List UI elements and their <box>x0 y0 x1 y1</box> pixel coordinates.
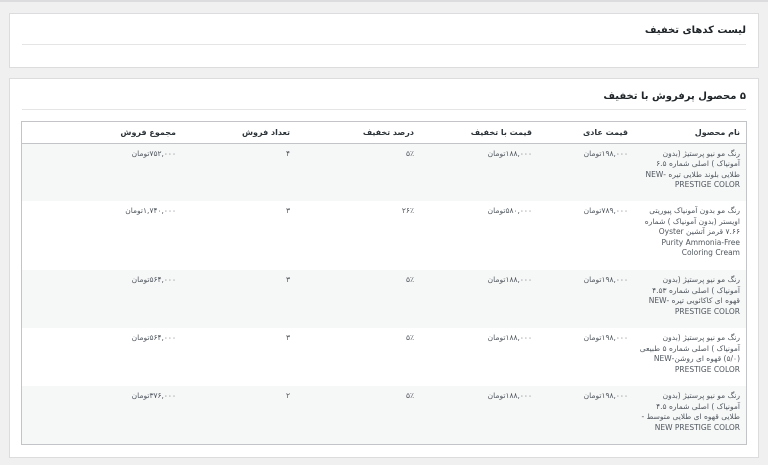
regular-price-cell: ۱۹۸,۰۰۰تومان <box>538 143 634 201</box>
col-header-product-name: نام محصول <box>634 122 746 144</box>
table-row: رنگ مو نیو پرستیژ (بدون آمونیاک ) اصلی ش… <box>22 386 746 444</box>
table-row: رنگ مو بدون آمونیاک پیوریتی اویستر (بدون… <box>22 201 746 270</box>
product-name-cell: رنگ مو نیو پرستیژ (بدون آمونیاک ) اصلی ش… <box>634 270 746 328</box>
sales-count-cell: ۴ <box>182 143 296 201</box>
coupons-panel-title: لیست کدهای تخفیف <box>644 25 746 36</box>
sales-total-cell: ۱,۷۴۰,۰۰۰تومان <box>22 201 182 270</box>
sales-total-cell: ۳۷۶,۰۰۰تومان <box>22 386 182 444</box>
product-name-cell: رنگ مو نیو پرستیژ (بدون آمونیاک ) اصلی ش… <box>634 143 746 201</box>
coupons-panel-divider <box>22 44 746 45</box>
product-name-cell: رنگ مو نیو پرستیژ (بدون آمونیاک ) اصلی ش… <box>634 328 746 386</box>
table-row: رنگ مو نیو پرستیژ (بدون آمونیاک ) اصلی ش… <box>22 270 746 328</box>
discounted-price-cell: ۱۸۸,۰۰۰تومان <box>420 270 538 328</box>
discounted-price-cell: ۱۸۸,۰۰۰تومان <box>420 386 538 444</box>
product-name-cell: رنگ مو بدون آمونیاک پیوریتی اویستر (بدون… <box>634 201 746 270</box>
top-products-table: نام محصول قیمت عادی قیمت با تخفیف درصد ت… <box>22 122 746 444</box>
top-products-panel: ۵ محصول پرفروش با تخفیف نام محصول قیمت ع… <box>9 78 759 458</box>
regular-price-cell: ۱۹۸,۰۰۰تومان <box>538 328 634 386</box>
discount-percent-cell: ۵٪ <box>296 386 420 444</box>
top-products-table-wrap: نام محصول قیمت عادی قیمت با تخفیف درصد ت… <box>21 121 747 445</box>
discount-percent-cell: ۵٪ <box>296 143 420 201</box>
discount-percent-cell: ۵٪ <box>296 328 420 386</box>
top-products-title: ۵ محصول پرفروش با تخفیف <box>603 91 746 102</box>
col-header-discount-percent: درصد تخفیف <box>296 122 420 144</box>
table-row: رنگ مو نیو پرستیژ (بدون آمونیاک ) اصلی ش… <box>22 328 746 386</box>
regular-price-cell: ۱۹۸,۰۰۰تومان <box>538 270 634 328</box>
col-header-sales-count: تعداد فروش <box>182 122 296 144</box>
discounted-price-cell: ۱۸۸,۰۰۰تومان <box>420 143 538 201</box>
sales-count-cell: ۳ <box>182 270 296 328</box>
sales-total-cell: ۵۶۴,۰۰۰تومان <box>22 328 182 386</box>
discounted-price-cell: ۱۸۸,۰۰۰تومان <box>420 328 538 386</box>
sales-count-cell: ۳ <box>182 201 296 270</box>
sales-total-cell: ۵۶۴,۰۰۰تومان <box>22 270 182 328</box>
sales-count-cell: ۳ <box>182 328 296 386</box>
discount-percent-cell: ۵٪ <box>296 270 420 328</box>
regular-price-cell: ۷۸۹,۰۰۰تومان <box>538 201 634 270</box>
col-header-sales-total: مجموع فروش <box>22 122 182 144</box>
product-name-cell: رنگ مو نیو پرستیژ (بدون آمونیاک ) اصلی ش… <box>634 386 746 444</box>
top-border <box>0 0 768 2</box>
top-products-divider <box>22 109 746 110</box>
table-row: رنگ مو نیو پرستیژ (بدون آمونیاک ) اصلی ش… <box>22 143 746 201</box>
coupons-panel: لیست کدهای تخفیف <box>9 13 759 68</box>
col-header-discounted-price: قیمت با تخفیف <box>420 122 538 144</box>
discounted-price-cell: ۵۸۰,۰۰۰تومان <box>420 201 538 270</box>
table-header-row: نام محصول قیمت عادی قیمت با تخفیف درصد ت… <box>22 122 746 144</box>
sales-total-cell: ۷۵۲,۰۰۰تومان <box>22 143 182 201</box>
regular-price-cell: ۱۹۸,۰۰۰تومان <box>538 386 634 444</box>
discount-percent-cell: ۲۶٪ <box>296 201 420 270</box>
sales-count-cell: ۲ <box>182 386 296 444</box>
col-header-regular-price: قیمت عادی <box>538 122 634 144</box>
